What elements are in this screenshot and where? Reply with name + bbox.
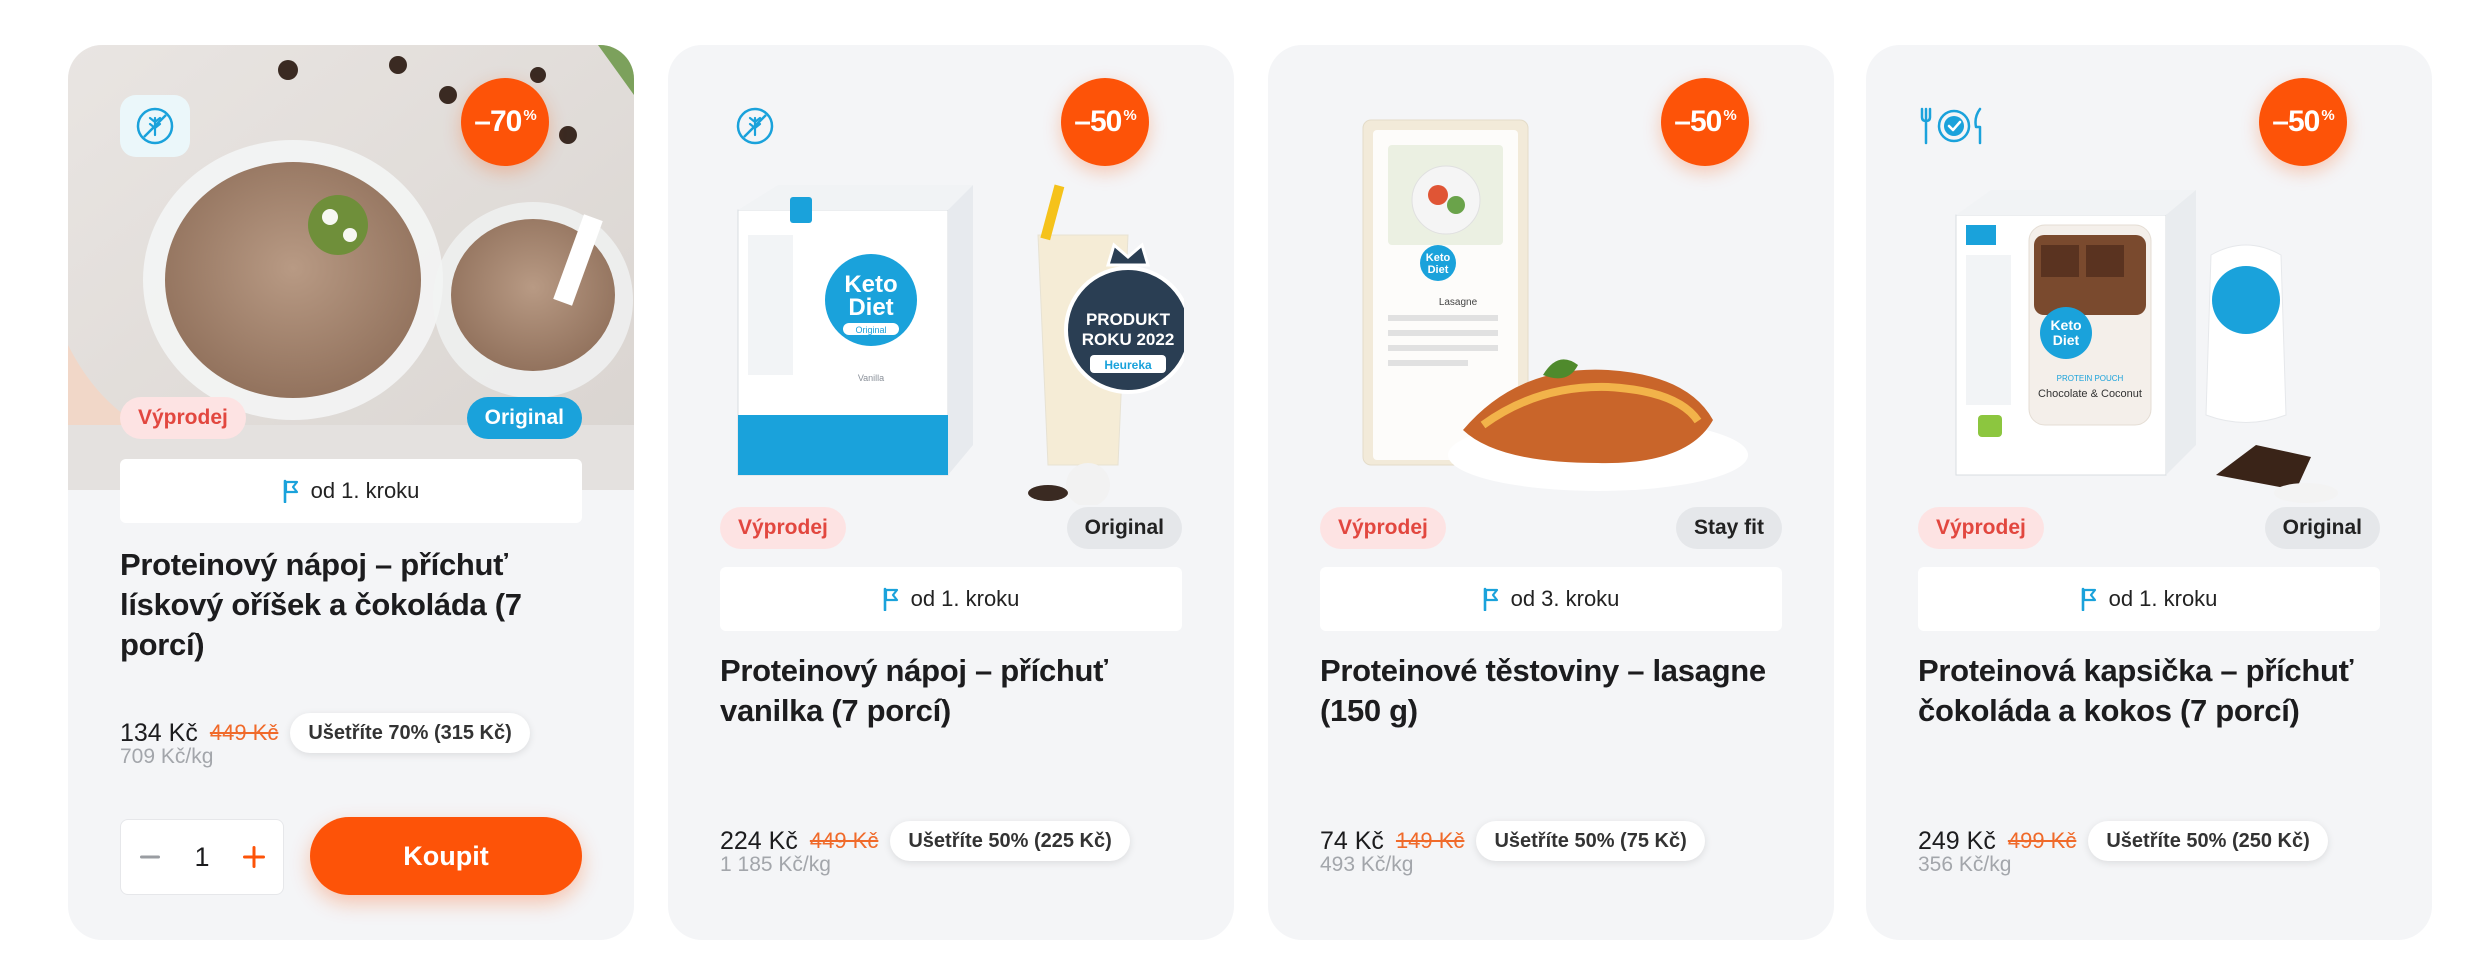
product-image[interactable]: Keto Diet Original Vanilla PRODUKT ROKU … (668, 45, 1234, 505)
product-image[interactable]: Keto Diet PROTEIN POUCH Chocolate & Coco… (1866, 45, 2432, 503)
product-line-badge: Stay fit (1675, 507, 1782, 549)
savings-badge: Ušetříte 50% (250 Kč) (2088, 821, 2328, 861)
step-text: od 3. kroku (1510, 586, 1620, 611)
pack-brand-sub: Original (855, 325, 886, 335)
product-title[interactable]: Proteinový nápoj – příchuť vanilka (7 po… (720, 651, 1194, 731)
price: 134 Kč (120, 718, 198, 747)
product-card[interactable]: Keto Diet Lasagne –50% Výprodej Stay fit (1268, 45, 1834, 940)
step-label: od 3. kroku (1320, 567, 1782, 631)
unit-price: 493 Kč/kg (1320, 853, 1414, 876)
savings-badge: Ušetříte 50% (75 Kč) (1476, 821, 1705, 861)
discount-badge: –70% (461, 78, 549, 166)
discount-badge: –50% (1661, 78, 1749, 166)
step-label: od 1. kroku (1918, 567, 2380, 631)
award-line1: PRODUKT (1086, 310, 1171, 329)
price: 224 Kč (720, 826, 798, 855)
price: 249 Kč (1918, 826, 1996, 855)
pack-flavor: Vanilla (858, 373, 884, 383)
sale-badge: Výprodej (720, 507, 846, 549)
unit-price: 709 Kč/kg (120, 745, 214, 768)
savings-badge: Ušetříte 70% (315 Kč) (290, 713, 530, 753)
step-label: od 1. kroku (120, 459, 582, 523)
old-price: 449 Kč (809, 828, 879, 853)
pack-brand-line1: Keto (1426, 252, 1451, 264)
badge-row: Výprodej Original (1918, 507, 2380, 549)
sale-badge: Výprodej (120, 397, 246, 439)
product-title[interactable]: Proteinový nápoj – příchuť lískový oříše… (120, 545, 594, 665)
gluten-free-icon (120, 95, 190, 157)
product-image[interactable]: –70% Výprodej Original od 1. kroku (68, 45, 634, 523)
product-row: –70% Výprodej Original od 1. kroku Prote… (0, 0, 2490, 970)
quantity-stepper[interactable]: 1 (120, 819, 284, 895)
product-card[interactable]: –70% Výprodej Original od 1. kroku Prote… (68, 45, 634, 940)
unit-price: 356 Kč/kg (1918, 853, 2012, 876)
step-text: od 1. kroku (910, 586, 1020, 611)
award-brand: Heureka (1104, 358, 1152, 372)
flag-icon (883, 587, 898, 611)
product-title[interactable]: Proteinová kapsička – příchuť čokoláda a… (1918, 651, 2392, 731)
buy-button[interactable]: Koupit (310, 817, 582, 895)
pack-brand-line2: Diet (1428, 264, 1449, 276)
product-card[interactable]: Keto Diet PROTEIN POUCH Chocolate & Coco… (1866, 45, 2432, 940)
price: 74 Kč (1320, 826, 1384, 855)
flag-icon (2081, 587, 2096, 611)
old-price: 449 Kč (209, 720, 279, 745)
product-title[interactable]: Proteinové těstoviny – lasagne (150 g) (1320, 651, 1794, 731)
pack-flavor: Chocolate & Coconut (2038, 388, 2142, 400)
product-line-badge: Original (1066, 507, 1182, 549)
old-price: 499 Kč (2007, 828, 2077, 853)
badge-row: Výprodej Original (720, 507, 1182, 549)
discount-badge: –50% (2259, 78, 2347, 166)
product-card[interactable]: Keto Diet Original Vanilla PRODUKT ROKU … (668, 45, 1234, 940)
quantity-value[interactable]: 1 (194, 842, 209, 873)
gluten-free-icon (720, 95, 790, 157)
savings-badge: Ušetříte 50% (225 Kč) (890, 821, 1130, 861)
unit-price: 1 185 Kč/kg (720, 853, 831, 876)
step-text: od 1. kroku (2108, 586, 2218, 611)
step-label: od 1. kroku (720, 567, 1182, 631)
pack-brand-line1: Keto (2050, 317, 2081, 333)
minus-icon[interactable] (135, 842, 165, 872)
pack-brand-line2: Diet (2053, 332, 2080, 348)
award-line2: ROKU 2022 (1082, 330, 1175, 349)
sale-badge: Výprodej (1320, 507, 1446, 549)
step-text: od 1. kroku (310, 478, 420, 503)
badge-row: Výprodej Stay fit (1320, 507, 1782, 549)
meal-replacement-icon (1918, 95, 1990, 157)
plus-icon[interactable] (239, 842, 269, 872)
old-price: 149 Kč (1395, 828, 1465, 853)
discount-badge: –50% (1061, 78, 1149, 166)
product-image[interactable]: Keto Diet Lasagne –50% (1268, 45, 1834, 491)
product-line-badge: Original (466, 397, 582, 439)
badge-row: Výprodej Original (120, 397, 582, 439)
flag-icon (283, 479, 298, 503)
product-line-badge: Original (2264, 507, 2380, 549)
pack-brand-sub: PROTEIN POUCH (2057, 374, 2124, 383)
pack-flavor: Lasagne (1439, 297, 1478, 308)
flag-icon (1483, 587, 1498, 611)
pack-brand-line2: Diet (848, 294, 893, 321)
sale-badge: Výprodej (1918, 507, 2044, 549)
